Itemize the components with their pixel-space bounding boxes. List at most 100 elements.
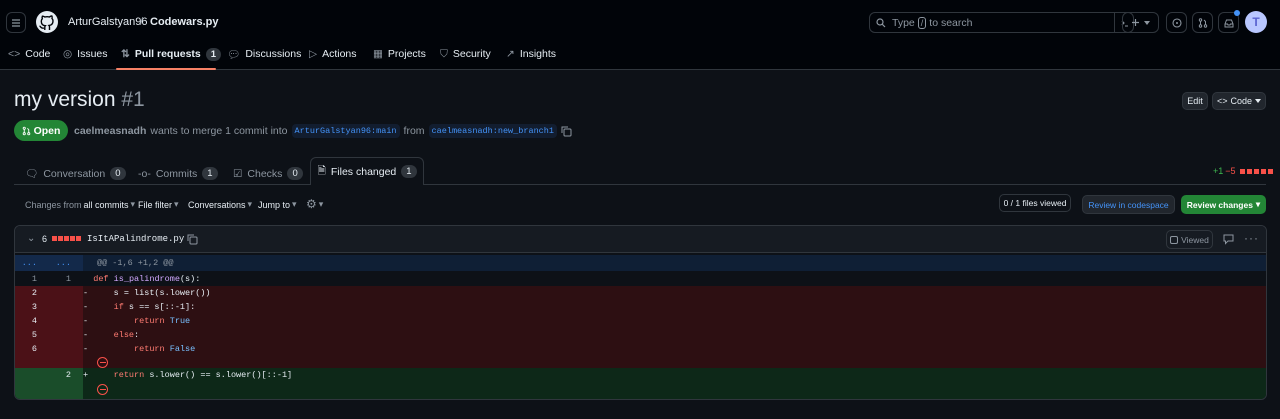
new-line-number[interactable] [49, 314, 83, 328]
tab-pull-requests[interactable]: ⇅ Pull requests 1 [121, 47, 222, 70]
old-line-number[interactable] [15, 368, 49, 382]
diffstat-deletions: −5 [1225, 166, 1236, 176]
graph-icon: ↗ [506, 48, 515, 60]
merge-text-from: from [403, 125, 425, 137]
old-line-number[interactable]: 5 [15, 328, 49, 342]
changes-from-dropdown[interactable]: Changes from all commits ▾ [25, 199, 135, 210]
pull-request-icon: ⇅ [121, 48, 130, 60]
comment-icon[interactable] [1223, 234, 1234, 245]
checkbox-icon [1170, 235, 1179, 244]
tab-code[interactable]: <> Code [8, 47, 50, 70]
new-line-gutter [49, 356, 83, 368]
search-shortcut-key: / [917, 16, 927, 29]
expand-up-button[interactable]: ... [15, 255, 49, 271]
tab-issues[interactable]: ◎ Issues [63, 47, 108, 70]
merge-text: wants to merge 1 commit into [150, 125, 288, 137]
viewed-checkbox[interactable]: Viewed [1166, 230, 1213, 249]
diff-settings-button[interactable]: ⚙ ▾ [306, 197, 323, 211]
diffstat-additions: +1 [1213, 166, 1224, 176]
file-header: ⌄ 6 IsItAPalindrome.py Viewed ··· [15, 226, 1266, 253]
base-branch[interactable]: ArturGalstyan96:main [291, 124, 400, 138]
changes-from-prefix: Changes from [25, 199, 82, 210]
tab-insights-label: Insights [519, 48, 556, 60]
old-line-number[interactable]: 2 [15, 286, 49, 300]
notification-dot [1234, 10, 1240, 16]
tab-commits-count: 1 [202, 167, 218, 180]
collapse-chevron-icon[interactable]: ⌄ [27, 233, 35, 244]
tab-discussions[interactable]: 💬︎ Discussions [227, 47, 301, 70]
pr-title: my version [14, 88, 116, 111]
code-icon: <> [8, 48, 21, 60]
new-line-number[interactable] [49, 300, 83, 314]
old-line-number[interactable]: 4 [15, 314, 49, 328]
code-button[interactable]: <> Code [1212, 92, 1266, 110]
search-placeholder-after: to search [929, 16, 973, 29]
no-newline-icon [97, 384, 108, 395]
diff-line-added: 2 + return s.lower() == s.lower()[::-1] [15, 368, 1266, 382]
create-new-button[interactable] [1122, 12, 1159, 33]
old-line-number[interactable]: 3 [15, 300, 49, 314]
chevron-down-icon: ▾ [174, 199, 179, 209]
diffstat-block [64, 236, 69, 241]
pull-requests-icon[interactable] [1192, 12, 1213, 33]
old-line-number[interactable]: 6 [15, 342, 49, 356]
review-in-codespace-button[interactable]: Review in codespace [1082, 195, 1175, 214]
tab-security[interactable]: ⛉ Security [440, 47, 491, 70]
new-line-number[interactable]: 2 [49, 368, 83, 382]
tab-insights[interactable]: ↗ Insights [506, 47, 556, 70]
breadcrumb-repo[interactable]: Codewars.py [150, 16, 218, 28]
tabs-divider [14, 184, 1266, 185]
diffstat-block [58, 236, 63, 241]
tab-security-label: Security [452, 48, 491, 60]
tab-checks[interactable]: ☑ Checks 0 [233, 163, 303, 184]
tab-conversation[interactable]: 🗨︎ Conversation 0 [25, 163, 126, 184]
code-button-label: Code [1230, 96, 1253, 106]
breadcrumb-owner[interactable]: ArturGalstyan96 [68, 16, 147, 28]
diff-sign [83, 274, 88, 284]
edit-button[interactable]: Edit [1182, 92, 1208, 110]
file-diffstat [52, 236, 81, 241]
old-line-number[interactable]: 1 [15, 272, 49, 286]
new-line-number[interactable] [49, 286, 83, 300]
tab-projects[interactable]: ▦ Projects [373, 47, 426, 70]
files-viewed-progress: 0 / 1 files viewed [999, 194, 1071, 212]
old-line-gutter [15, 382, 49, 399]
code-line: def is_palindrome(s): [83, 272, 1266, 286]
new-line-gutter [49, 382, 83, 399]
issue-circle-icon: ◎ [63, 48, 73, 60]
new-line-number[interactable] [49, 342, 83, 356]
file-filter-label: File filter [138, 199, 173, 210]
review-changes-button[interactable]: Review changes ▾ [1181, 195, 1266, 214]
search-placeholder-before: Type [892, 16, 915, 29]
tab-discussions-label: Discussions [245, 48, 302, 60]
issues-icon[interactable] [1166, 12, 1187, 33]
new-line-number[interactable]: 1 [49, 272, 83, 286]
tab-files-changed[interactable]: 🗎︎ Files changed 1 [310, 157, 424, 185]
breadcrumb-separator: / [140, 16, 144, 28]
search-input[interactable]: Type / to search [869, 12, 1134, 33]
table-icon: ▦ [373, 48, 383, 60]
head-branch[interactable]: caelmeasnadh:new_branch1 [428, 124, 557, 138]
chevron-down-icon: ▾ [292, 199, 297, 209]
more-options-icon[interactable]: ··· [1244, 231, 1259, 245]
new-line-number[interactable] [49, 328, 83, 342]
avatar[interactable]: T [1245, 11, 1267, 33]
expand-down-button[interactable]: ... [49, 255, 83, 271]
code-line: - return True [83, 314, 1266, 328]
code-line: - return False [83, 342, 1266, 356]
file-name[interactable]: IsItAPalindrome.py [87, 234, 184, 244]
copy-icon[interactable] [187, 234, 198, 245]
diff-sign: - [83, 316, 89, 326]
menu-icon[interactable] [6, 12, 26, 33]
file-filter-dropdown[interactable]: File filter ▾ [138, 199, 179, 210]
shield-icon: ⛉ [440, 48, 448, 60]
tab-actions[interactable]: ▷ Actions [309, 47, 357, 70]
copy-icon[interactable] [561, 126, 572, 137]
jump-to-dropdown[interactable]: Jump to ▾ [258, 199, 297, 210]
tab-checks-count: 0 [287, 167, 303, 180]
github-logo-icon[interactable] [36, 11, 58, 33]
tab-commits[interactable]: -o- Commits 1 [138, 163, 218, 184]
conversations-dropdown[interactable]: Conversations ▾ [188, 199, 252, 210]
pr-author[interactable]: caelmeasnadh [74, 125, 146, 137]
diff-sign: - [83, 330, 89, 340]
